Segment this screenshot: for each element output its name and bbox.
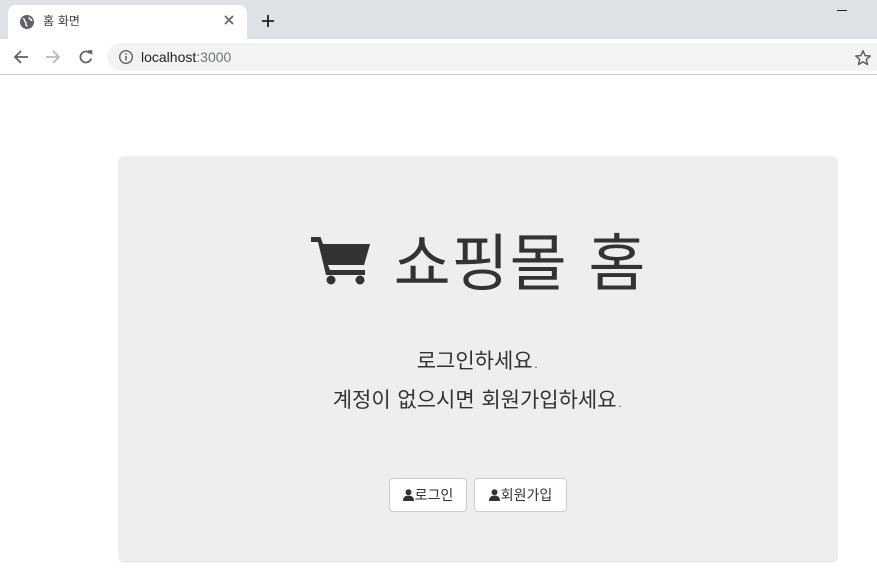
url-port: :3000	[196, 49, 232, 65]
jumbotron: 쇼핑몰 홈 로그인하세요. 계정이 없으시면 회원가입하세요. 로그인 회원가입	[118, 156, 838, 563]
star-icon[interactable]	[854, 49, 872, 67]
minimize-window-button[interactable]	[837, 10, 847, 11]
login-button[interactable]: 로그인	[389, 478, 467, 512]
url-host: localhost	[141, 49, 197, 65]
browser-tab-strip: 홈 화면	[0, 0, 877, 39]
browser-toolbar: localhost:3000	[0, 39, 877, 75]
reload-button[interactable]	[76, 47, 96, 67]
info-icon[interactable]	[118, 49, 134, 65]
close-icon[interactable]	[221, 12, 237, 28]
login-prompt-text: 로그인하세요.	[416, 349, 540, 373]
address-bar[interactable]: localhost:3000	[107, 43, 877, 71]
back-button[interactable]	[11, 47, 31, 67]
globe-icon	[20, 15, 34, 29]
shopping-cart-icon	[310, 237, 370, 285]
arrow-right-icon	[46, 50, 61, 64]
user-icon	[402, 489, 414, 501]
signup-prompt-text: 계정이 없으시면 회원가입하세요.	[332, 388, 624, 412]
page-title-text: 쇼핑몰 홈	[393, 227, 647, 300]
arrow-left-icon	[13, 50, 28, 64]
user-icon	[488, 489, 500, 501]
auth-button-group: 로그인 회원가입	[118, 478, 838, 512]
browser-tab[interactable]: 홈 화면	[8, 5, 247, 39]
url-text[interactable]: localhost:3000	[141, 48, 231, 66]
signup-button-label: 회원가입	[500, 488, 553, 504]
reload-icon	[79, 50, 93, 64]
tab-title: 홈 화면	[43, 14, 80, 28]
login-button-label: 로그인	[414, 488, 454, 504]
plus-icon	[262, 15, 274, 27]
page-title: 쇼핑몰 홈	[118, 218, 838, 300]
signup-button[interactable]: 회원가입	[474, 478, 567, 512]
new-tab-button[interactable]	[258, 11, 278, 31]
forward-button[interactable]	[43, 47, 63, 67]
